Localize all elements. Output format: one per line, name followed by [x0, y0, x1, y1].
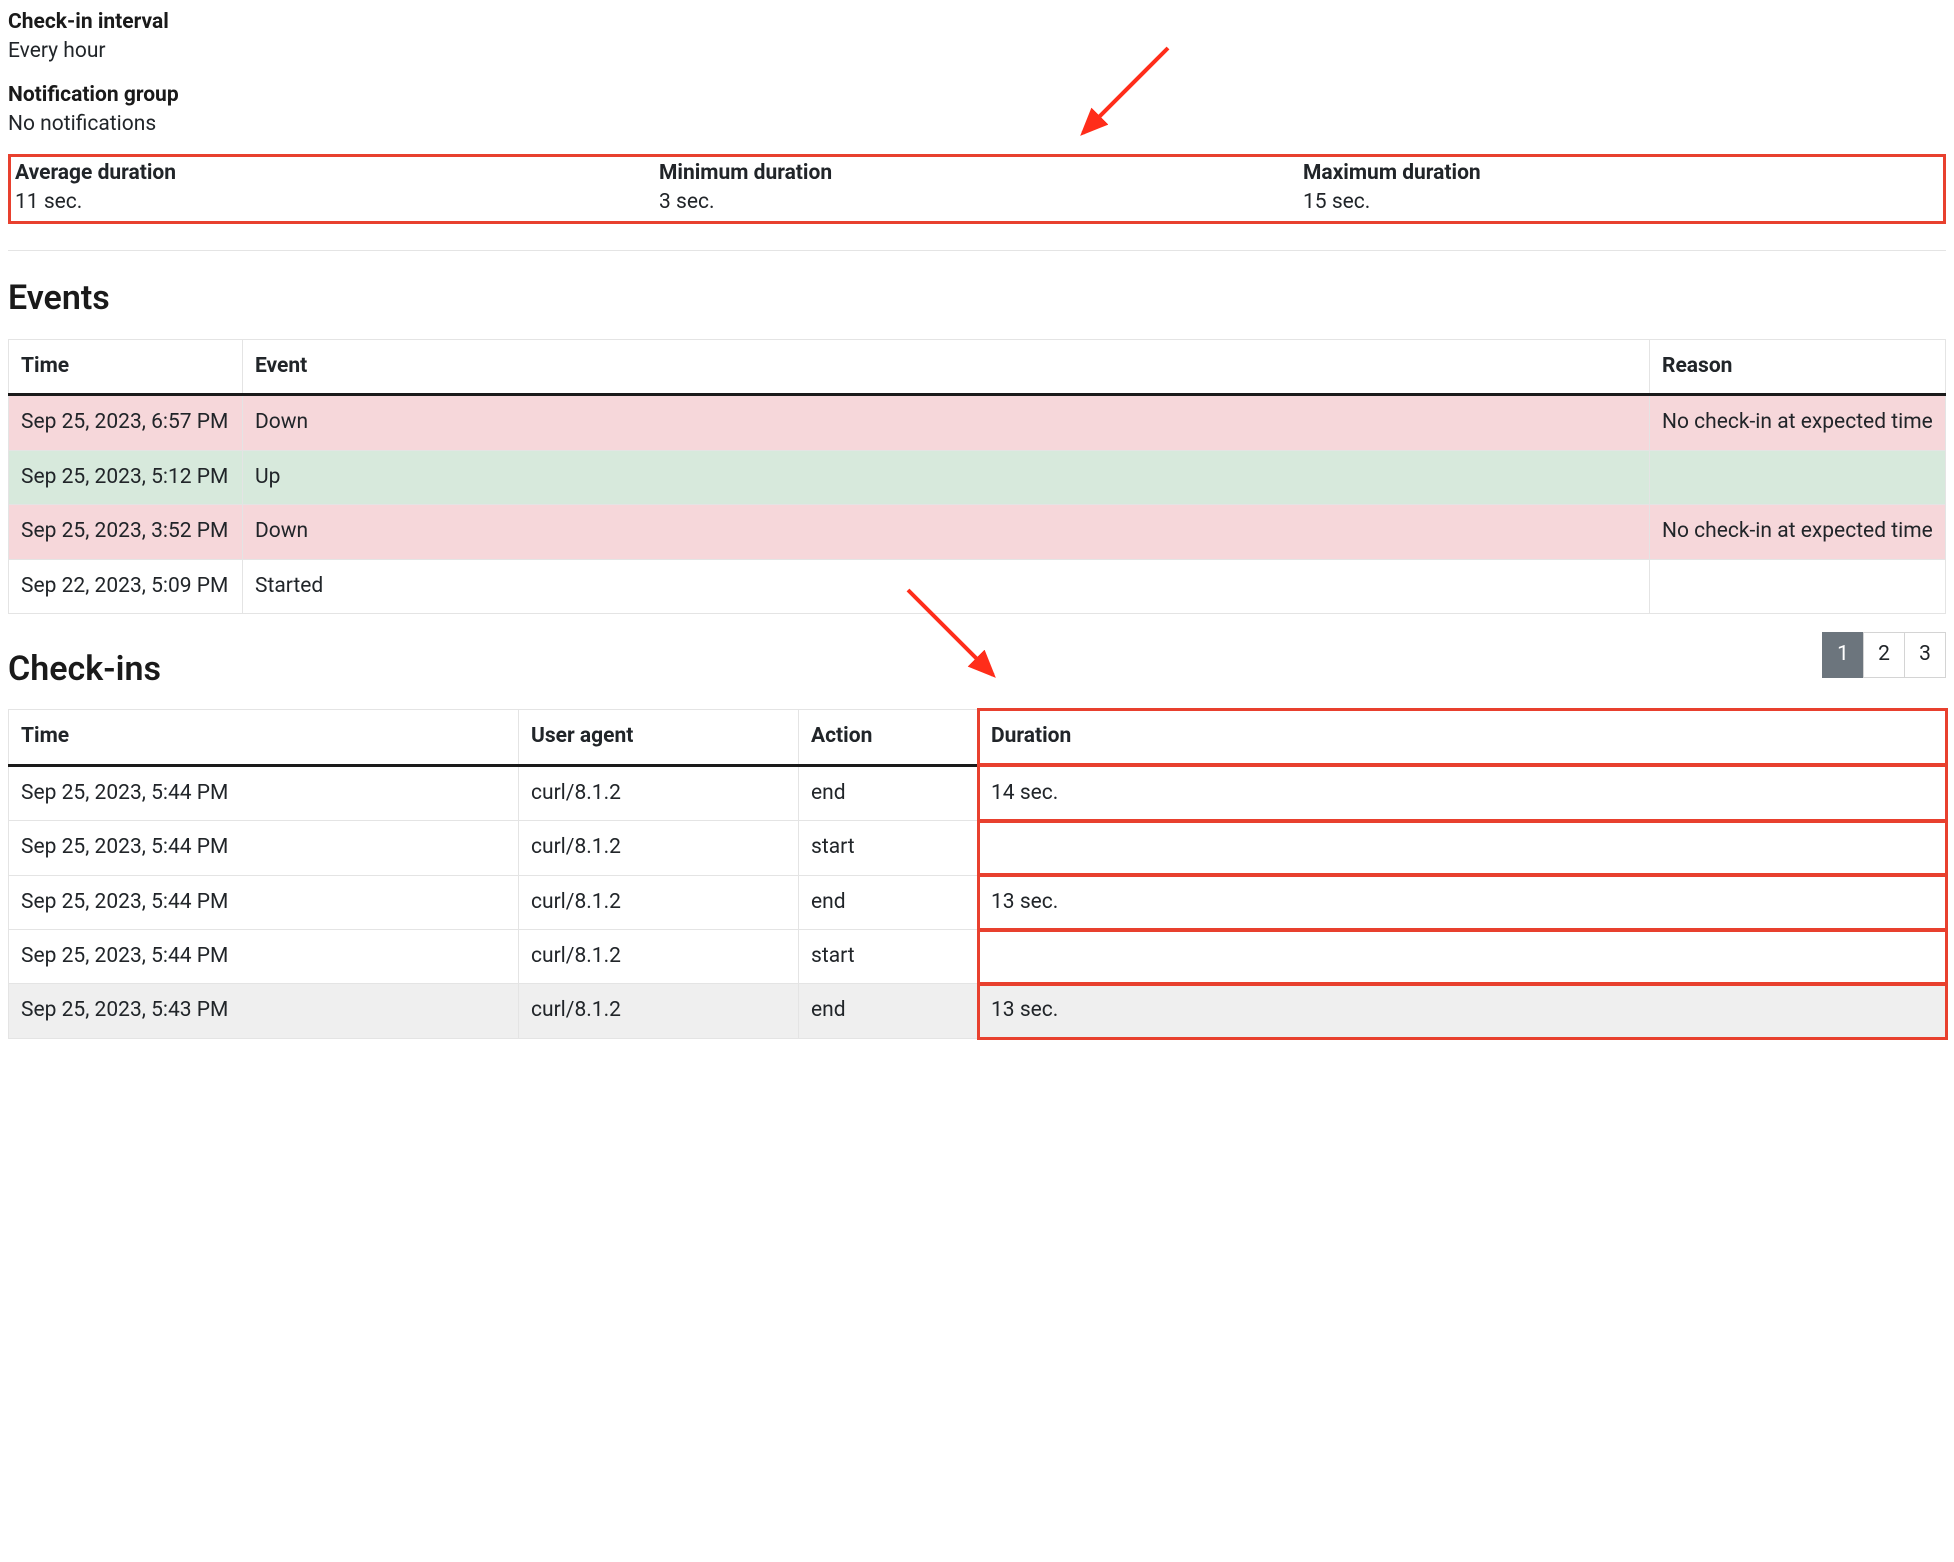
event-time: Sep 25, 2023, 6:57 PM [9, 395, 243, 450]
checkins-header-duration: Duration [979, 710, 1946, 765]
checkin-time: Sep 25, 2023, 5:44 PM [9, 821, 519, 875]
table-row: Sep 25, 2023, 3:52 PMDownNo check-in at … [9, 505, 1946, 559]
notification-group-label: Notification group [8, 81, 1946, 110]
event-time: Sep 22, 2023, 5:09 PM [9, 559, 243, 613]
checkin-action: end [799, 765, 979, 820]
event-reason: No check-in at expected time [1650, 505, 1946, 559]
page-button-2[interactable]: 2 [1863, 632, 1905, 678]
checkin-time: Sep 25, 2023, 5:44 PM [9, 930, 519, 984]
annotation-arrow-top [1068, 38, 1178, 148]
min-duration-value: 3 sec. [659, 188, 1295, 217]
pagination: 123 [1822, 632, 1946, 678]
checkins-header-time: Time [9, 710, 519, 765]
events-header-event: Event [243, 339, 1650, 394]
section-divider [8, 250, 1946, 251]
checkin-user-agent: curl/8.1.2 [519, 765, 799, 820]
checkin-action: end [799, 875, 979, 929]
notification-group-value: No notifications [8, 110, 1946, 139]
avg-duration-label: Average duration [15, 159, 651, 188]
events-header-reason: Reason [1650, 339, 1946, 394]
event-name: Up [243, 450, 1650, 504]
checkin-action: end [799, 984, 979, 1038]
checkin-time: Sep 25, 2023, 5:44 PM [9, 765, 519, 820]
events-table: Time Event Reason Sep 25, 2023, 6:57 PMD… [8, 339, 1946, 614]
notification-group-row: Notification group No notifications [8, 81, 1946, 140]
checkins-title: Check-ins [8, 646, 161, 694]
checkin-duration [979, 821, 1946, 875]
checkins-table: Time User agent Action Duration Sep 25, … [8, 709, 1946, 1038]
max-duration-label: Maximum duration [1303, 159, 1939, 188]
max-duration-stat: Maximum duration 15 sec. [1299, 157, 1943, 222]
checkin-user-agent: curl/8.1.2 [519, 875, 799, 929]
event-name: Down [243, 505, 1650, 559]
event-reason [1650, 559, 1946, 613]
checkins-header-ua: User agent [519, 710, 799, 765]
checkin-time: Sep 25, 2023, 5:44 PM [9, 875, 519, 929]
avg-duration-stat: Average duration 11 sec. [11, 157, 655, 222]
checkin-interval-value: Every hour [8, 37, 1946, 66]
checkin-duration: 13 sec. [979, 875, 1946, 929]
min-duration-label: Minimum duration [659, 159, 1295, 188]
checkin-user-agent: curl/8.1.2 [519, 930, 799, 984]
page-button-3[interactable]: 3 [1904, 632, 1946, 678]
min-duration-stat: Minimum duration 3 sec. [655, 157, 1299, 222]
checkin-interval-row: Check-in interval Every hour [8, 8, 1946, 67]
page-button-1[interactable]: 1 [1822, 632, 1864, 678]
checkin-user-agent: curl/8.1.2 [519, 821, 799, 875]
table-row: Sep 25, 2023, 5:44 PMcurl/8.1.2start [9, 821, 1946, 875]
event-reason [1650, 450, 1946, 504]
checkin-interval-label: Check-in interval [8, 8, 1946, 37]
annotation-arrow-bottom [898, 580, 1008, 690]
checkin-time: Sep 25, 2023, 5:43 PM [9, 984, 519, 1038]
duration-stats-box: Average duration 11 sec. Minimum duratio… [8, 154, 1946, 225]
events-header-time: Time [9, 339, 243, 394]
table-row: Sep 25, 2023, 6:57 PMDownNo check-in at … [9, 395, 1946, 450]
max-duration-value: 15 sec. [1303, 188, 1939, 217]
checkin-duration: 14 sec. [979, 765, 1946, 820]
table-row: Sep 25, 2023, 5:12 PMUp [9, 450, 1946, 504]
event-reason: No check-in at expected time [1650, 395, 1946, 450]
checkin-action: start [799, 930, 979, 984]
table-row: Sep 25, 2023, 5:44 PMcurl/8.1.2start [9, 930, 1946, 984]
event-time: Sep 25, 2023, 5:12 PM [9, 450, 243, 504]
checkins-header-action: Action [799, 710, 979, 765]
event-name: Down [243, 395, 1650, 450]
checkin-duration [979, 930, 1946, 984]
table-row: Sep 25, 2023, 5:43 PMcurl/8.1.2end13 sec… [9, 984, 1946, 1038]
event-time: Sep 25, 2023, 3:52 PM [9, 505, 243, 559]
checkin-user-agent: curl/8.1.2 [519, 984, 799, 1038]
table-row: Sep 25, 2023, 5:44 PMcurl/8.1.2end13 sec… [9, 875, 1946, 929]
events-title: Events [8, 275, 1946, 323]
checkin-duration: 13 sec. [979, 984, 1946, 1038]
table-row: Sep 25, 2023, 5:44 PMcurl/8.1.2end14 sec… [9, 765, 1946, 820]
checkin-action: start [799, 821, 979, 875]
avg-duration-value: 11 sec. [15, 188, 651, 217]
